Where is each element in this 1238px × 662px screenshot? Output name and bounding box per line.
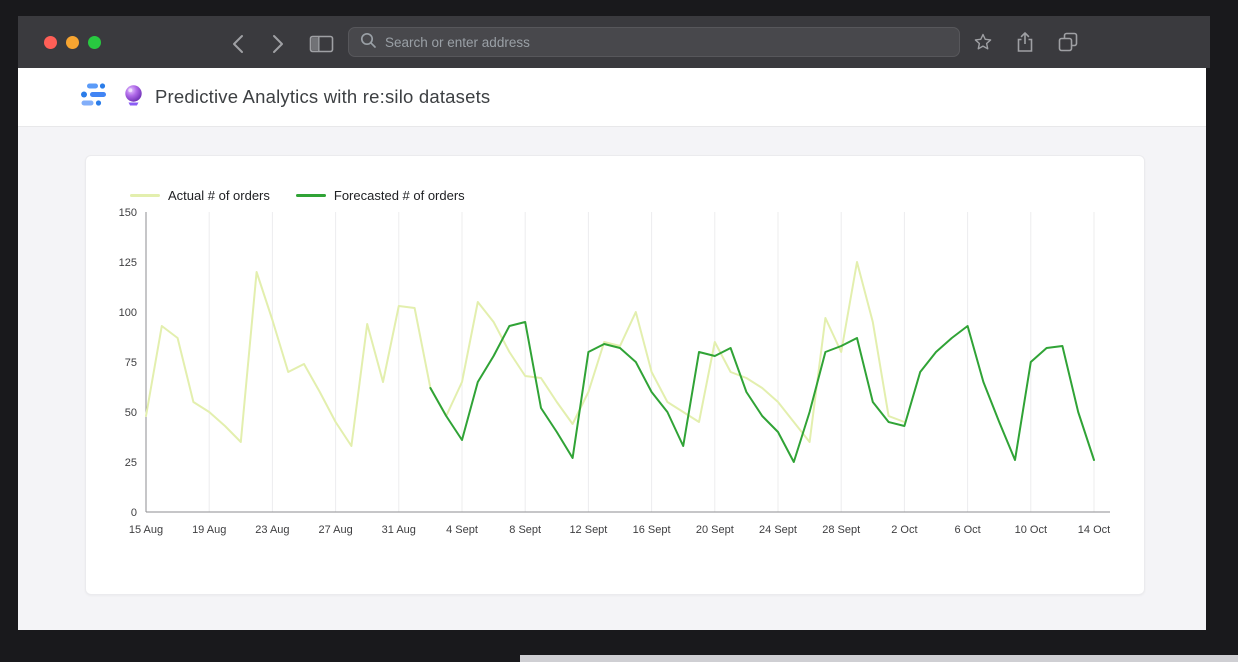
svg-text:8 Sept: 8 Sept (509, 524, 541, 536)
svg-text:25: 25 (125, 457, 137, 469)
web-page: Predictive Analytics with re:silo datase… (18, 68, 1206, 630)
legend-label-forecast: Forecasted # of orders (334, 188, 465, 203)
address-bar[interactable]: Search or enter address (348, 27, 960, 57)
search-icon (359, 31, 377, 54)
browser-titlebar: Search or enter address (18, 16, 1210, 68)
bottom-strip (520, 655, 1238, 662)
legend-item-actual[interactable]: Actual # of orders (130, 188, 270, 203)
back-button[interactable] (226, 29, 252, 62)
svg-text:150: 150 (119, 207, 137, 219)
toolbar-right-icons (970, 28, 1082, 59)
svg-text:16 Sept: 16 Sept (633, 524, 671, 536)
svg-text:31 Aug: 31 Aug (382, 524, 416, 536)
crystal-ball-icon (123, 84, 144, 111)
close-window-button[interactable] (44, 36, 57, 49)
legend-label-actual: Actual # of orders (168, 188, 270, 203)
page-header: Predictive Analytics with re:silo datase… (18, 68, 1206, 127)
star-icon (972, 31, 994, 56)
svg-text:14 Oct: 14 Oct (1078, 524, 1110, 536)
share-button[interactable] (1013, 28, 1037, 59)
share-icon (1015, 30, 1035, 57)
svg-text:75: 75 (125, 357, 137, 369)
minimize-window-button[interactable] (66, 36, 79, 49)
page-body: Actual # of orders Forecasted # of order… (18, 127, 1206, 630)
tabs-icon (1056, 30, 1080, 57)
zoom-window-button[interactable] (88, 36, 101, 49)
nav-buttons (226, 29, 290, 62)
bookmark-button[interactable] (970, 29, 996, 58)
svg-text:2 Oct: 2 Oct (891, 524, 917, 536)
sidebar-icon (306, 32, 336, 59)
sidebar-toggle-button[interactable] (304, 30, 338, 61)
chevron-right-icon (266, 31, 288, 60)
orders-line-chart: 0 25 50 75 100 125 150 15 Aug 19 Aug 23 Aug 27 Aug… (102, 204, 1126, 561)
svg-text:10 Oct: 10 Oct (1015, 524, 1047, 536)
svg-text:28 Sept: 28 Sept (822, 524, 860, 536)
svg-text:6 Oct: 6 Oct (954, 524, 980, 536)
svg-text:24 Sept: 24 Sept (759, 524, 797, 536)
chart-canvas: 0 25 50 75 100 125 150 15 Aug 19 Aug 23 Aug 27 Aug… (102, 204, 1126, 556)
chevron-left-icon (228, 31, 250, 60)
legend-item-forecast[interactable]: Forecasted # of orders (296, 188, 465, 203)
svg-text:100: 100 (119, 307, 137, 319)
svg-text:12 Sept: 12 Sept (569, 524, 607, 536)
svg-text:50: 50 (125, 407, 137, 419)
tab-overview-button[interactable] (1054, 28, 1082, 59)
forward-button[interactable] (264, 29, 290, 62)
svg-text:15 Aug: 15 Aug (129, 524, 163, 536)
traffic-lights (44, 36, 101, 49)
page-title: Predictive Analytics with re:silo datase… (155, 86, 490, 108)
resilo-logo (78, 81, 112, 114)
svg-text:19 Aug: 19 Aug (192, 524, 226, 536)
svg-text:23 Aug: 23 Aug (255, 524, 289, 536)
svg-text:27 Aug: 27 Aug (318, 524, 352, 536)
legend-swatch-actual (130, 194, 160, 197)
legend-swatch-forecast (296, 194, 326, 197)
chart-card: Actual # of orders Forecasted # of order… (85, 155, 1145, 595)
svg-text:0: 0 (131, 507, 137, 519)
svg-text:20 Sept: 20 Sept (696, 524, 734, 536)
chart-legend: Actual # of orders Forecasted # of order… (130, 188, 465, 203)
svg-text:4 Sept: 4 Sept (446, 524, 478, 536)
address-bar-placeholder: Search or enter address (385, 35, 530, 50)
svg-text:125: 125 (119, 257, 137, 269)
